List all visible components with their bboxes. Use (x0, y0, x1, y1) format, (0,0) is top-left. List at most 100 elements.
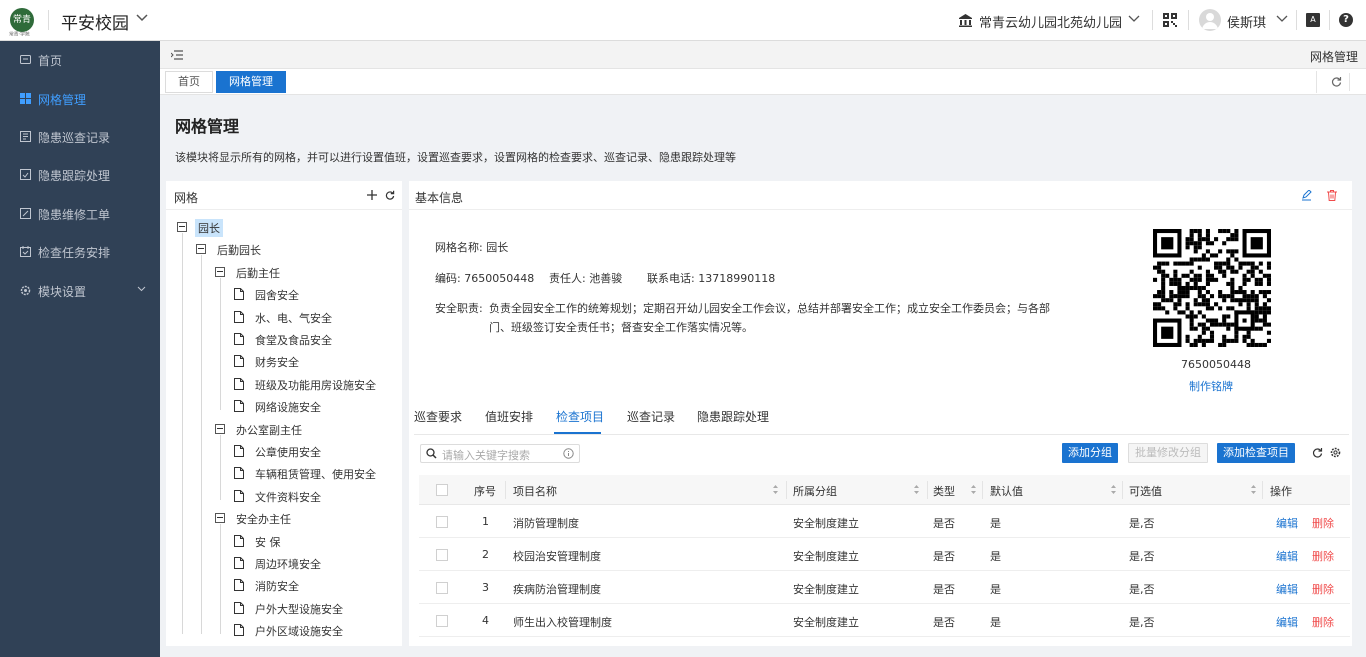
tab-patrol-records[interactable]: 巡查记录 (627, 408, 675, 425)
sort-icon[interactable] (970, 484, 977, 495)
tab-patrol-requirements[interactable]: 巡查要求 (414, 408, 462, 425)
sort-icon[interactable] (772, 484, 779, 495)
batch-edit-group-button[interactable]: 批量修改分组 (1128, 443, 1208, 463)
select-all-checkbox[interactable] (436, 484, 448, 496)
cell-options: 是,否 (1129, 517, 1155, 530)
delete-icon[interactable] (1327, 190, 1337, 201)
cell-name: 消防管理制度 (513, 517, 579, 530)
column-header[interactable]: 项目名称 (513, 483, 557, 499)
column-header[interactable]: 可选值 (1129, 483, 1162, 499)
refresh-icon[interactable] (385, 190, 395, 200)
settings-icon (20, 285, 31, 296)
sidebar-item-repair[interactable]: 隐患维修工单 (0, 195, 160, 233)
document-icon (234, 311, 244, 323)
sort-icon[interactable] (1250, 484, 1257, 495)
delete-link[interactable]: 删除 (1312, 548, 1334, 564)
row-checkbox[interactable] (436, 582, 448, 594)
search-placeholder: 请输入关键字搜索 (442, 449, 530, 462)
add-check-item-button[interactable]: 添加检查项目 (1217, 443, 1295, 463)
divider (1296, 10, 1297, 30)
edit-icon[interactable] (1301, 190, 1312, 201)
qrcode-icon[interactable] (1163, 13, 1177, 27)
tab-grid-management[interactable]: 网格管理 (216, 71, 286, 93)
make-nameplate-link[interactable]: 制作铭牌 (1189, 378, 1233, 394)
refresh-icon[interactable] (1331, 76, 1342, 87)
tree-node-label: 户外区域设施安全 (255, 625, 343, 638)
collapse-toggle-icon[interactable] (215, 267, 225, 277)
help-icon[interactable]: ? (1339, 13, 1353, 27)
row-checkbox[interactable] (436, 615, 448, 627)
collapse-toggle-icon[interactable] (196, 244, 206, 254)
sidebar-item-settings[interactable]: 模块设置 (0, 272, 160, 310)
sidebar-item-label: 隐患巡查记录 (38, 131, 111, 145)
collapse-toggle-icon[interactable] (177, 222, 187, 232)
column-header[interactable]: 类型 (933, 483, 955, 499)
app-title[interactable]: 平安校园 (61, 9, 129, 34)
tree-node-label: 文件资料安全 (255, 491, 321, 504)
edit-link[interactable]: 编辑 (1276, 581, 1298, 597)
tree-node-label: 财务安全 (255, 356, 299, 369)
tree-node-label: 安全办主任 (236, 513, 291, 526)
document-icon (234, 355, 244, 367)
gear-icon[interactable] (1330, 447, 1341, 458)
row-checkbox[interactable] (436, 549, 448, 561)
delete-link[interactable]: 删除 (1312, 515, 1334, 531)
chevron-down-icon[interactable] (136, 14, 148, 22)
refresh-icon[interactable] (1312, 447, 1323, 458)
avatar[interactable] (1199, 9, 1221, 31)
tab-home[interactable]: 首页 (165, 71, 213, 93)
document-icon (234, 288, 244, 300)
table-header: 序号 项目名称 所属分组 类型 默认值 可选值 操作 (419, 475, 1350, 505)
sidebar-item-home[interactable]: 首页 (0, 41, 160, 79)
row-checkbox[interactable] (436, 516, 448, 528)
add-group-button[interactable]: 添加分组 (1062, 443, 1118, 463)
tree-connector (182, 233, 183, 634)
sidebar: 首页 网格管理 隐患巡查记录 隐患跟踪处理 隐患维修工单 检查任务安排 模块设置 (0, 41, 160, 657)
tree-connector (220, 435, 221, 500)
tab-duty-schedule[interactable]: 值班安排 (485, 408, 533, 425)
sort-icon[interactable] (913, 484, 920, 495)
sidebar-item-records[interactable]: 隐患巡查记录 (0, 118, 160, 156)
column-header[interactable]: 默认值 (990, 483, 1023, 499)
search-input[interactable]: 请输入关键字搜索 (420, 444, 580, 463)
edit-link[interactable]: 编辑 (1276, 614, 1298, 630)
translate-icon[interactable]: A (1306, 13, 1320, 27)
tree-node-label: 班级及功能用房设施安全 (255, 379, 376, 392)
table-row: 2 校园治安管理制度 安全制度建立 是否 是 是,否 编辑 删除 (419, 538, 1350, 571)
tree-title: 网格 (174, 191, 199, 205)
add-icon[interactable] (367, 190, 377, 200)
collapse-toggle-icon[interactable] (215, 513, 225, 523)
sidebar-item-tracking[interactable]: 隐患跟踪处理 (0, 156, 160, 194)
tree-node-label: 办公室副主任 (236, 424, 302, 437)
sidebar-item-tasks[interactable]: 检查任务安排 (0, 233, 160, 271)
column-header[interactable]: 所属分组 (793, 483, 837, 499)
cell-no: 1 (482, 515, 489, 528)
tab-check-items[interactable]: 检查项目 (556, 408, 604, 425)
delete-link[interactable]: 删除 (1312, 581, 1334, 597)
section-title: 基本信息 (415, 191, 464, 205)
collapse-toggle-icon[interactable] (215, 424, 225, 434)
sidebar-item-label: 网格管理 (38, 93, 87, 107)
sort-icon[interactable] (1110, 484, 1117, 495)
cell-default: 是 (990, 550, 1001, 563)
cell-name: 师生出入校管理制度 (513, 616, 612, 629)
school-selector[interactable]: 常青云幼儿园北苑幼儿园 (979, 12, 1122, 31)
chevron-down-icon[interactable] (1276, 15, 1288, 23)
tree-connector (220, 524, 221, 634)
tree-connector (201, 255, 202, 634)
sidebar-item-grid[interactable]: 网格管理 (0, 80, 160, 118)
chevron-down-icon[interactable] (1128, 15, 1140, 23)
edit-link[interactable]: 编辑 (1276, 515, 1298, 531)
tree-node-label: 户外大型设施安全 (255, 603, 343, 616)
duty-label: 安全职责: (435, 302, 483, 315)
user-name[interactable]: 侯斯琪 (1227, 12, 1266, 31)
edit-link[interactable]: 编辑 (1276, 548, 1298, 564)
active-tab-indicator (554, 432, 601, 434)
cell-no: 2 (482, 548, 489, 561)
duty-text: 负责全园安全工作的统筹规划；定期召开幼儿园安全工作会议，总结并部署安全工作；成立… (489, 302, 1050, 315)
info-icon (563, 448, 574, 459)
menu-collapse-icon[interactable] (171, 50, 183, 60)
cell-default: 是 (990, 616, 1001, 629)
delete-link[interactable]: 删除 (1312, 614, 1334, 630)
tab-hazard-tracking[interactable]: 隐患跟踪处理 (697, 408, 769, 425)
